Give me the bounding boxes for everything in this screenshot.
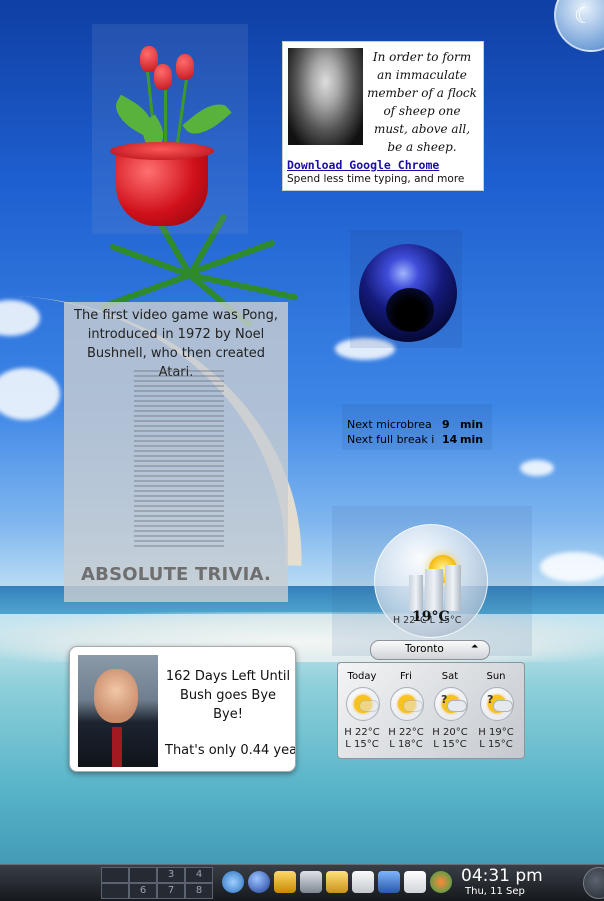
chevron-up-icon: ⏶ — [471, 642, 479, 652]
timer-label: Next full break i — [347, 433, 435, 446]
current-temperature: 19°C — [412, 609, 450, 625]
timer-unit: min — [460, 418, 484, 431]
flower-plasmoid[interactable] — [92, 24, 248, 234]
weather-globe-widget[interactable]: H 22°C L 15°C 19°C Toronto ⏶ — [332, 506, 532, 660]
forecast-day-label: Sun — [486, 671, 506, 682]
partly-cloudy-icon: ? — [480, 687, 514, 721]
pager-desktop-4[interactable]: 4 — [185, 867, 213, 883]
orb-plasmoid[interactable] — [350, 230, 462, 348]
portrait-face — [94, 669, 138, 723]
forecast-low: L 15°C — [433, 739, 467, 750]
ad-subtext: Spend less time typing, and more — [287, 173, 465, 185]
trivia-background-text — [134, 370, 224, 550]
sunny-icon — [346, 687, 380, 721]
toolbox-icon: ☾ — [574, 4, 594, 29]
cloud — [520, 460, 554, 476]
countdown-text: 162 Days Left Until Bush goes Bye Bye! — [165, 669, 291, 722]
city-selector[interactable]: Toronto ⏶ — [370, 640, 490, 660]
taskbar: 1 2 3 4 5 6 7 8 04:31 pm Thu, 11 Sep — [0, 864, 604, 901]
cloud — [540, 552, 604, 582]
download-chrome-link[interactable]: Download Google Chrome — [287, 158, 439, 172]
forecast-high: H 22°C — [344, 727, 380, 738]
forecast-day-label: Fri — [400, 671, 412, 682]
forecast-low: L 15°C — [479, 739, 513, 750]
forecast-low: L 18°C — [389, 739, 423, 750]
forecast-day-label: Today — [347, 671, 377, 682]
tulip-flower — [154, 64, 172, 90]
pager-desktop-6[interactable]: 6 — [129, 883, 157, 899]
display-icon[interactable] — [378, 871, 400, 893]
countdown-widget[interactable]: 162 Days Left Until Bush goes Bye Bye! T… — [69, 646, 296, 772]
weather-globe: H 22°C L 15°C 19°C — [374, 524, 488, 638]
pager-desktop-3[interactable]: 3 — [157, 867, 185, 883]
trivia-widget[interactable]: The first video game was Pong, introduce… — [64, 302, 288, 602]
city-name: Toronto — [405, 643, 444, 655]
clipboard-icon[interactable] — [352, 871, 374, 893]
sunny-icon — [390, 687, 424, 721]
desktop-toolbox-button[interactable]: ☾ — [554, 0, 604, 52]
portrait-tie — [112, 727, 122, 767]
quote-widget[interactable]: In order to form an immaculate member of… — [282, 41, 484, 191]
panel-toolbox-icon[interactable] — [583, 867, 604, 899]
partly-cloudy-icon: ? — [434, 687, 468, 721]
lock-icon[interactable] — [274, 871, 296, 893]
timer-unit: min — [460, 433, 484, 446]
forecast-high: H 22°C — [388, 727, 424, 738]
countdown-note: That's only 0.44 yea — [165, 743, 296, 758]
break-timer-widget[interactable]: Next microbrea 9 min Next full break i 1… — [342, 404, 492, 450]
einstein-portrait — [288, 48, 363, 145]
city-building — [445, 565, 461, 611]
orb-icon — [359, 244, 457, 342]
network-globe-icon[interactable] — [248, 871, 270, 893]
pager-desktop-7[interactable]: 7 — [157, 883, 185, 899]
desktop-pager[interactable]: 1 2 3 4 5 6 7 8 — [101, 867, 213, 899]
orb-hole — [386, 288, 434, 332]
forecast-low: L 15°C — [345, 739, 379, 750]
bush-portrait — [78, 655, 158, 767]
timer-row: Next full break i 14 min — [342, 433, 492, 447]
pager-desktop-8[interactable]: 8 — [185, 883, 213, 899]
forecast-high: H 19°C — [478, 727, 514, 738]
quote-text: In order to form an immaculate member of… — [367, 50, 477, 154]
timer-value: 14 — [442, 433, 458, 446]
timer-row: Next microbrea 9 min — [342, 418, 492, 432]
forecast-day-label: Sat — [441, 671, 459, 682]
city-building — [409, 575, 423, 611]
help-icon[interactable] — [222, 871, 244, 893]
weather-forecast-panel[interactable]: Today H 22°C L 15°C Fri H 22°C L 18°C Sa… — [337, 662, 525, 759]
leaf — [182, 95, 232, 143]
chat-icon[interactable] — [430, 871, 452, 893]
tulip-flower — [176, 54, 194, 80]
timer-label: Next microbrea — [347, 418, 432, 431]
forecast-high: H 20°C — [432, 727, 468, 738]
timer-value: 9 — [442, 418, 450, 431]
notes-icon[interactable] — [404, 871, 426, 893]
pager-desktop-5[interactable]: 5 — [101, 883, 129, 899]
city-building — [425, 569, 443, 611]
pager-desktop-2[interactable]: 2 — [129, 867, 157, 883]
package-updater-icon[interactable] — [326, 871, 348, 893]
volume-icon[interactable] — [300, 871, 322, 893]
clock-time[interactable]: 04:31 pm — [461, 866, 543, 886]
flower-pot-rim — [110, 142, 214, 160]
clock-date: Thu, 11 Sep — [465, 886, 525, 897]
pager-desktop-1[interactable]: 1 — [101, 867, 129, 883]
trivia-brand: ABSOLUTE TRIVIA. — [81, 564, 271, 585]
